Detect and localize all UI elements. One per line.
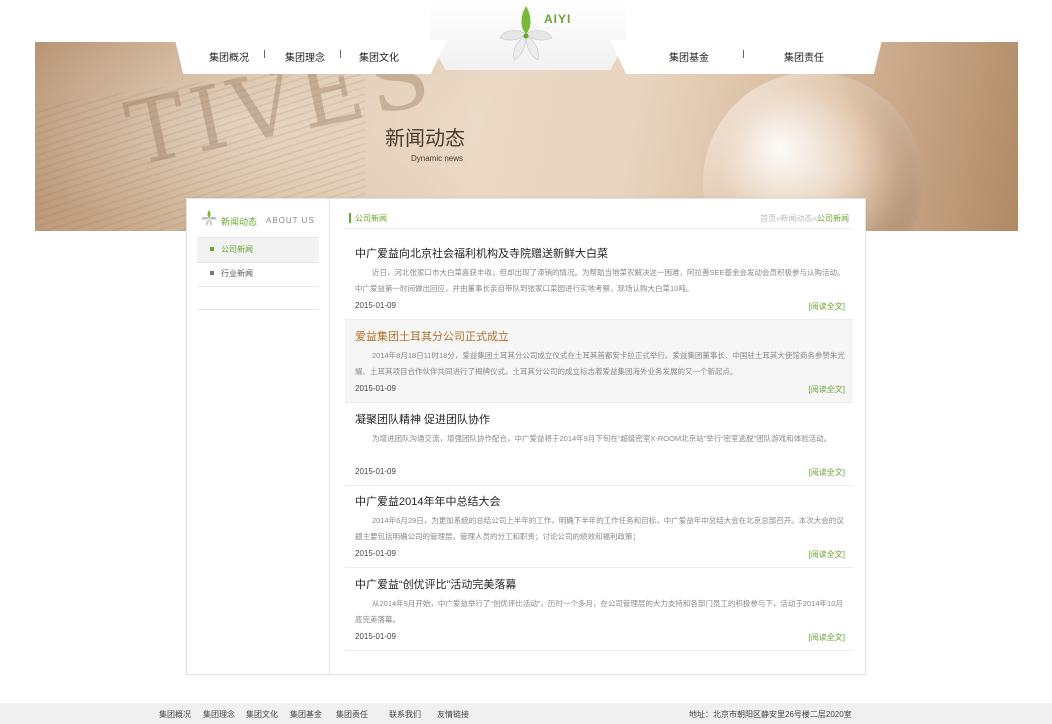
sidebar-divider xyxy=(197,286,319,287)
footer-link-philosophy[interactable]: 集团理念 xyxy=(203,709,235,720)
nav-right-bar xyxy=(610,40,882,74)
sidebar: 新闻动态 ABOUT US 公司新闻 行业新闻 xyxy=(187,199,330,674)
footer-link-contact[interactable]: 联系我们 xyxy=(389,709,421,720)
nav-item-fund[interactable]: 集团基金 xyxy=(669,49,709,64)
sidebar-item-label: 公司新闻 xyxy=(221,245,253,254)
nav-separator xyxy=(340,50,341,58)
list-item: 中广爱益向北京社会福利机构及寺院赠送新鲜大白菜 近日，河北张家口市大白菜喜获丰收… xyxy=(345,237,853,320)
sidebar-item-company-news[interactable]: 公司新闻 xyxy=(197,238,319,262)
read-more-link[interactable]: [阅读全文] xyxy=(809,301,845,312)
article-date: 2015-01-09 xyxy=(355,632,396,641)
footer-address: 地址：北京市朝阳区静安里26号楼二层2020室 xyxy=(689,710,852,719)
sidebar-heading: 新闻动态 ABOUT US xyxy=(200,209,320,233)
article-date: 2015-01-09 xyxy=(355,467,396,476)
bullet-icon xyxy=(210,271,214,275)
read-more-link[interactable]: [阅读全文] xyxy=(809,384,845,395)
bullet-icon xyxy=(210,247,214,251)
footer-link-responsibility[interactable]: 集团责任 xyxy=(336,709,368,720)
article-date: 2015-01-09 xyxy=(355,384,396,393)
list-item: 爱益集团土耳其分公司正式成立 2014年8月18日11时18分，爱益集团土耳其分… xyxy=(345,320,853,403)
sidebar-heading-cn: 新闻动态 xyxy=(221,217,258,227)
sidebar-divider xyxy=(197,309,319,310)
nav-item-culture[interactable]: 集团文化 xyxy=(359,49,399,64)
nav-item-overview[interactable]: 集团概况 xyxy=(209,49,249,64)
breadcrumb: 首页»新闻动态»公司新闻 xyxy=(760,213,849,224)
section-header: 公司新闻 首页»新闻动态»公司新闻 xyxy=(345,209,853,229)
article-title[interactable]: 中广爱益“创优评比”活动完美落幕 xyxy=(355,576,516,592)
article-title[interactable]: 凝聚团队精神 促进团队协作 xyxy=(355,411,490,427)
sidebar-heading-en: ABOUT US xyxy=(266,216,315,225)
article-summary: 为增进团队沟通交流，增强团队协作配合，中广爱益将于2014年9月下旬在“超级密室… xyxy=(372,434,832,443)
list-item: 中广爱益“创优评比”活动完美落幕 从2014年9月开始，中广爱益举行了“创优评比… xyxy=(345,568,853,651)
article-summary: 2014年6月29日，为更加系统的总结公司上半年的工作，明确下半年的工作任务和目… xyxy=(355,516,844,541)
nav-separator xyxy=(264,50,265,58)
content-panel: 新闻动态 ABOUT US 公司新闻 行业新闻 公司新闻 首页»新闻动态»公司新… xyxy=(186,198,866,675)
footer-link-culture[interactable]: 集团文化 xyxy=(246,709,278,720)
sidebar-item-industry-news[interactable]: 行业新闻 xyxy=(197,262,319,286)
nav-item-philosophy[interactable]: 集团理念 xyxy=(285,49,325,64)
article-date: 2015-01-09 xyxy=(355,549,396,558)
banner-subtitle: Dynamic news xyxy=(411,154,464,163)
article-summary: 2014年8月18日11时18分，爱益集团土耳其分公司成立仪式在土耳其首都安卡拉… xyxy=(355,351,845,376)
article-title[interactable]: 中广爱益向北京社会福利机构及寺院赠送新鲜大白菜 xyxy=(355,245,608,261)
read-more-link[interactable]: [阅读全文] xyxy=(809,632,845,643)
sidebar-item-label: 行业新闻 xyxy=(221,269,253,278)
footer-link-overview[interactable]: 集团概况 xyxy=(159,709,191,720)
brand-logo[interactable]: AIYI xyxy=(496,2,580,68)
article-summary: 从2014年9月开始，中广爱益举行了“创优评比活动”，历时一个多月，在公司管理层… xyxy=(355,599,843,624)
brand-name: AIYI xyxy=(544,12,572,26)
read-more-link[interactable]: [阅读全文] xyxy=(809,467,845,478)
footer-link-fund[interactable]: 集团基金 xyxy=(290,709,322,720)
article-title[interactable]: 中广爱益2014年年中总结大会 xyxy=(355,493,500,509)
footer-link-friends[interactable]: 友情链接 xyxy=(437,709,469,720)
footer: 集团概况 集团理念 集团文化 集团基金 集团责任 联系我们 友情链接 地址：北京… xyxy=(0,703,1052,724)
article-summary: 近日，河北张家口市大白菜喜获丰收，但却出现了滞销的情况。为帮助当地菜农解决这一困… xyxy=(355,268,845,293)
article-title[interactable]: 爱益集团土耳其分公司正式成立 xyxy=(355,328,509,344)
read-more-link[interactable]: [阅读全文] xyxy=(809,549,845,560)
nav-item-responsibility[interactable]: 集团责任 xyxy=(784,49,824,64)
breadcrumb-home[interactable]: 首页 xyxy=(760,214,776,223)
list-item: 中广爱益2014年年中总结大会 2014年6月29日，为更加系统的总结公司上半年… xyxy=(345,485,853,568)
list-item: 凝聚团队精神 促进团队协作 为增进团队沟通交流，增强团队协作配合，中广爱益将于2… xyxy=(345,403,853,486)
article-date: 2015-01-09 xyxy=(355,301,396,310)
nav-separator xyxy=(743,50,744,58)
banner-title: 新闻动态 xyxy=(385,126,465,150)
breadcrumb-current: 公司新闻 xyxy=(817,214,849,223)
breadcrumb-parent[interactable]: 新闻动态 xyxy=(781,214,813,223)
section-title: 公司新闻 xyxy=(355,214,387,223)
lotus-icon xyxy=(201,210,217,226)
section-marker xyxy=(349,213,351,223)
